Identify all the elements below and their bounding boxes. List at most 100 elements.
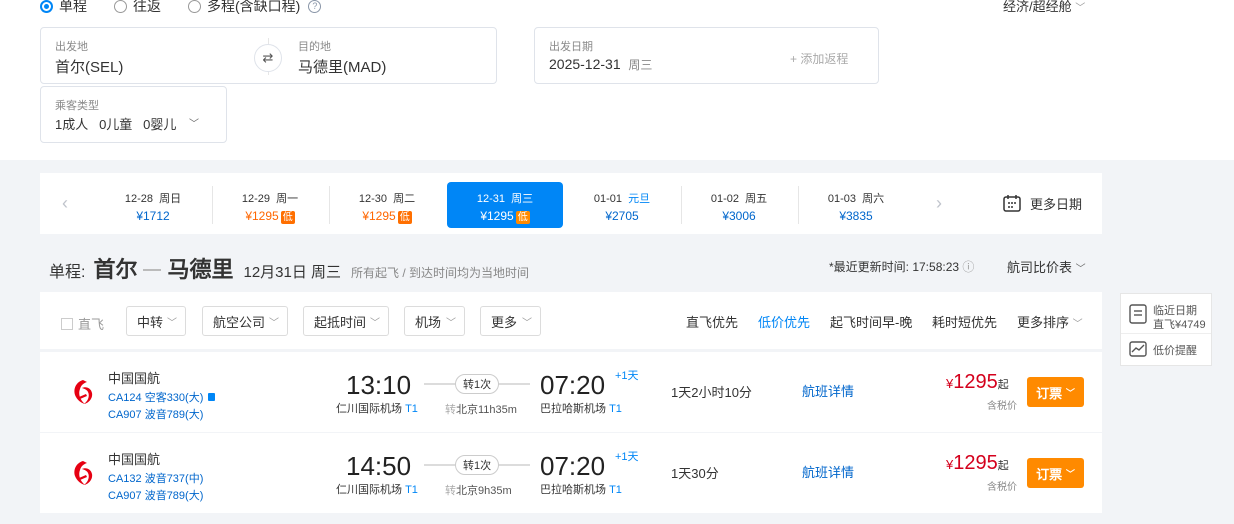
trip-type-multi[interactable]: 多程(含缺口程)?: [188, 0, 322, 16]
departure-time: 13:10: [346, 370, 412, 400]
next-dates-icon[interactable]: ›: [936, 193, 942, 214]
date-option-price: ¥2705: [605, 209, 639, 223]
chevron-down-icon: ﹀: [189, 119, 199, 130]
from-input[interactable]: 首尔(SEL): [55, 56, 123, 77]
chevron-down-icon: ﹀: [1072, 319, 1083, 330]
filter-time[interactable]: 起抵时间 ﹀: [303, 306, 389, 336]
filter-airline[interactable]: 航空公司 ﹀: [202, 306, 288, 336]
next-day-indicator: +1天: [615, 370, 639, 382]
date-option-price: ¥1295 低: [362, 209, 412, 224]
route-heading: 单程: 首尔 马德里 12月31日 周三 所有起飞 / 到达时间均为当地时间: [49, 252, 529, 284]
transfer-badge[interactable]: 转1次: [455, 455, 500, 475]
date-option-label: 12-31 周三: [476, 193, 534, 205]
segment-1[interactable]: CA124 空客330(大): [108, 389, 216, 405]
more-dates-button[interactable]: 更多日期: [1002, 193, 1082, 213]
low-price-badge: 低: [397, 211, 412, 224]
airline-name: 中国国航: [108, 371, 161, 386]
airline-compare-button[interactable]: 航司比价表 ﹀: [1007, 257, 1086, 276]
passenger-select[interactable]: 乘客类型 1成人 0儿童 0婴儿 ﹀: [40, 86, 227, 143]
sort-direct-first[interactable]: 直飞优先: [686, 312, 738, 331]
tax-included-label: 含税价: [987, 482, 1017, 493]
date-option-price: ¥1712: [136, 209, 170, 223]
flight-details-link[interactable]: 航班详情: [802, 462, 854, 481]
book-button[interactable]: 订票 ﹀: [1027, 377, 1084, 407]
transfer-city: 转北京9h35m: [445, 485, 512, 497]
help-icon[interactable]: ?: [308, 0, 322, 13]
flight-price: ¥1295起: [946, 452, 1009, 474]
passenger-value: 1成人 0儿童 0婴儿: [55, 117, 177, 132]
chevron-down-icon: ﹀: [269, 317, 279, 329]
segment-1[interactable]: CA132 波音737(中): [108, 470, 203, 486]
chevron-down-icon: ﹀: [370, 317, 380, 329]
flight-row[interactable]: 中国国航 CA124 空客330(大) CA907 波音789(大) 13:10 仁川国…: [40, 352, 1102, 432]
flight-details-link[interactable]: 航班详情: [802, 381, 854, 400]
radio-icon: [188, 0, 201, 13]
chevron-down-icon: ﹀: [1075, 264, 1086, 275]
route-prefix: 单程:: [49, 264, 86, 281]
book-button[interactable]: 订票 ﹀: [1027, 458, 1084, 488]
date-input-group: 出发日期 2025-12-31 周三 + 添加返程: [534, 27, 879, 84]
swap-route-icon[interactable]: ⇄: [254, 44, 282, 72]
arrival-time: 07:20: [540, 370, 606, 400]
date-label: 出发日期: [549, 41, 593, 53]
sort-departure-time[interactable]: 起飞时间早-晚: [830, 312, 912, 331]
to-label: 目的地: [298, 41, 331, 53]
date-option-01-01[interactable]: 01-01 元旦 ¥2705: [564, 182, 680, 228]
filter-transfer[interactable]: 中转 ﹀: [126, 306, 186, 336]
prev-dates-icon[interactable]: ‹: [62, 193, 68, 214]
sort-shortest-duration[interactable]: 耗时短优先: [932, 312, 997, 331]
sort-more[interactable]: 更多排序 ﹀: [1017, 312, 1083, 331]
filter-more[interactable]: 更多 ﹀: [480, 306, 541, 336]
cabin-class-select[interactable]: 经济/超经舱 ﹀: [1003, 0, 1085, 15]
document-icon: [1129, 304, 1147, 324]
transfer-icon: 转: [445, 485, 456, 497]
calendar-icon: [1003, 195, 1021, 212]
air-china-logo-icon: [74, 461, 93, 485]
date-option-01-02[interactable]: 01-02 周五 ¥3006: [681, 182, 797, 228]
transfer-badge[interactable]: 转1次: [455, 374, 500, 394]
date-input[interactable]: 2025-12-31 周三: [549, 56, 652, 73]
update-time: *最近更新时间: 17:58:23 ⓘ: [829, 260, 975, 274]
air-china-logo-icon: [74, 380, 93, 404]
departure-airport: 仁川国际机场 T1: [336, 403, 418, 415]
date-option-price: ¥1295 低: [245, 209, 295, 224]
from-label: 出发地: [55, 41, 88, 53]
departure-time: 14:50: [346, 451, 412, 481]
flight-price: ¥1295起: [946, 371, 1009, 393]
add-return-button[interactable]: + 添加返程: [790, 50, 848, 67]
arrival-airport: 巴拉哈斯机场 T1: [540, 403, 622, 415]
filter-airport[interactable]: 机场 ﹀: [404, 306, 465, 336]
date-option-label: 01-03 周六: [827, 193, 885, 205]
chevron-down-icon: ﹀: [1065, 468, 1075, 479]
next-day-indicator: +1天: [615, 451, 639, 463]
segment-2[interactable]: CA907 波音789(大): [108, 406, 203, 422]
flight-row[interactable]: 中国国航 CA132 波音737(中) CA907 波音789(大) 14:50 仁川国…: [40, 433, 1102, 513]
baggage-icon: [208, 393, 216, 401]
departure-airport: 仁川国际机场 T1: [336, 484, 418, 496]
trend-chart-icon: [1129, 341, 1147, 357]
date-option-price: ¥3835: [839, 209, 873, 223]
direct-checkbox[interactable]: 直飞: [61, 314, 104, 333]
date-option-01-03[interactable]: 01-03 周六 ¥3835: [798, 182, 914, 228]
date-option-12-30[interactable]: 12-30 周二 ¥1295 低: [329, 182, 445, 228]
chevron-down-icon: ﹀: [446, 317, 456, 329]
chevron-down-icon: ﹀: [167, 317, 177, 329]
route-from: 首尔: [93, 257, 138, 282]
passenger-label: 乘客类型: [55, 100, 99, 112]
date-option-12-29[interactable]: 12-29 周一 ¥1295 低: [212, 182, 328, 228]
to-input[interactable]: 马德里(MAD): [298, 56, 386, 77]
date-strip: ‹ 12-28 周日 ¥1712 12-29 周一 ¥1295 低 12-30 周二 ¥12…: [40, 173, 1102, 234]
date-option-12-31[interactable]: 12-31 周三 ¥1295 低: [447, 182, 563, 228]
trip-type-oneway[interactable]: 单程: [40, 0, 87, 16]
radio-icon: [114, 0, 127, 13]
route-date: 12月31日 周三: [243, 264, 342, 281]
trip-type-roundtrip[interactable]: 往返: [114, 0, 161, 16]
info-icon: ⓘ: [962, 260, 975, 274]
date-option-12-28[interactable]: 12-28 周日 ¥1712: [95, 182, 211, 228]
sort-lowest-price[interactable]: 低价优先: [758, 312, 810, 331]
low-price-badge: 低: [280, 211, 295, 224]
checkbox-icon: [61, 317, 73, 330]
chevron-down-icon: ﹀: [1075, 3, 1086, 14]
segment-2[interactable]: CA907 波音789(大): [108, 487, 203, 503]
filter-bar: 直飞 中转 ﹀ 航空公司 ﹀ 起抵时间 ﹀ 机场 ﹀ 更多 ﹀ 直飞优先 低价优先 起飞时…: [40, 292, 1102, 349]
